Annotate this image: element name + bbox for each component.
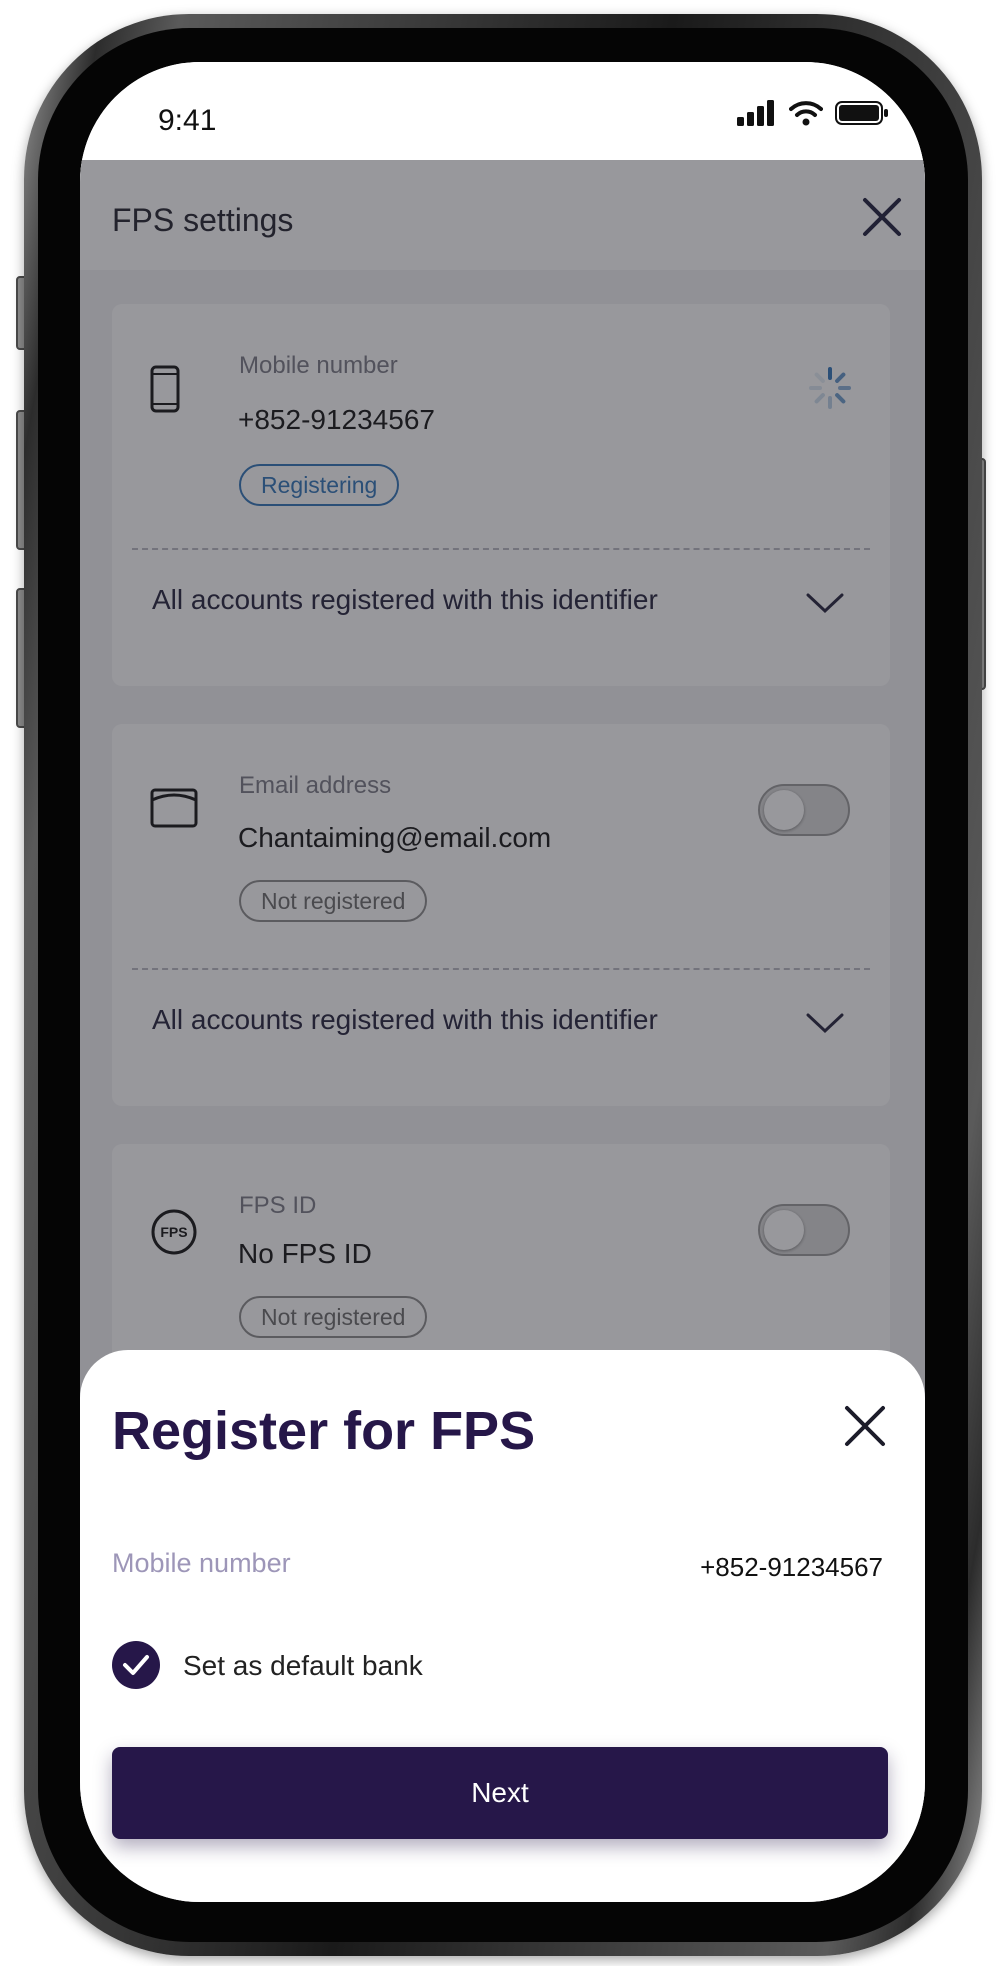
close-icon[interactable] [843,1404,887,1448]
cellular-signal-icon [737,100,774,126]
sheet-title: Register for FPS [112,1401,536,1461]
mobile-number-label: Mobile number [112,1548,291,1578]
status-bar: 9:41 [80,62,925,160]
register-sheet: Register for FPS Mobile number +852-9123… [80,1350,925,1902]
default-bank-checkbox[interactable] [112,1641,160,1689]
wifi-icon [789,101,823,126]
status-time: 9:41 [158,104,217,137]
battery-icon [835,101,888,125]
default-bank-label[interactable]: Set as default bank [183,1650,423,1682]
status-icons [737,100,889,126]
phone-screen: 9:41 FPS settings Mobile number +852-912… [80,62,925,1902]
checkmark-icon [123,1655,149,1675]
next-button[interactable]: Next [112,1747,888,1839]
mobile-number-value: +852-91234567 [700,1552,883,1582]
